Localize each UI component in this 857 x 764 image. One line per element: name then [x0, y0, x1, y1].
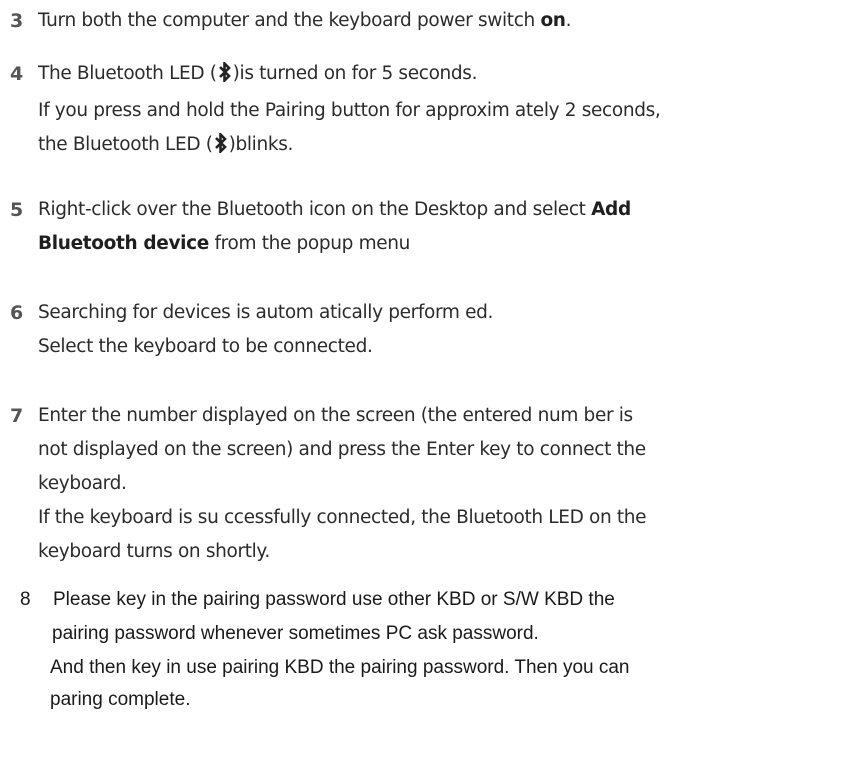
step-text: )is turned on for 5 seconds. [232, 63, 478, 84]
step-number: 8 [20, 589, 31, 610]
step-line: the Bluetooth LED ( )blinks. [38, 128, 848, 165]
step-line: Bluetooth device from the popup menu [38, 227, 848, 261]
step-line: keyboard turns on shortly. [38, 541, 270, 562]
instruction-page: 3 Turn both the computer and the keyboar… [0, 0, 857, 764]
step-body: Enter the number displayed on the screen… [38, 399, 848, 569]
step-text: )blinks. [228, 134, 294, 155]
step-body: Searching for devices is autom atically … [38, 296, 848, 364]
step-line: Please key in the pairing password use o… [53, 589, 615, 610]
bold-text: Bluetooth device [38, 233, 209, 254]
bluetooth-icon [214, 131, 228, 165]
bold-text: on [540, 10, 566, 31]
step-line: paring complete. [50, 689, 191, 710]
step-line: not displayed on the screen) and press t… [38, 439, 646, 460]
bluetooth-icon [218, 60, 232, 94]
step-text: Turn both the computer and the keyboard … [38, 10, 541, 31]
bold-text: Add [591, 199, 631, 220]
step-line: Searching for devices is autom atically … [38, 302, 494, 323]
step-text: the Bluetooth LED ( [38, 134, 213, 155]
step-line: Right-click over the Bluetooth icon on t… [38, 193, 848, 227]
step-body: Right-click over the Bluetooth icon on t… [38, 193, 848, 261]
step-line: If the keyboard is su ccessfully connect… [38, 507, 647, 528]
step-text: from the popup menu [208, 233, 411, 254]
step-line: And then key in use pairing KBD the pair… [50, 657, 630, 678]
step-text: The Bluetooth LED ( [38, 63, 217, 84]
step-number: 3 [10, 10, 24, 32]
step-line: Enter the number displayed on the screen… [38, 405, 633, 426]
step-line: keyboard. [38, 473, 127, 494]
step-line: pairing password whenever sometimes PC a… [52, 623, 539, 644]
step-number: 7 [10, 405, 24, 427]
step-number: 4 [10, 63, 24, 85]
step-text: Right-click over the Bluetooth icon on t… [38, 199, 592, 220]
step-text: . [565, 10, 572, 31]
step-body: Please key in the pairing password use o… [50, 583, 853, 715]
step-line: If you press and hold the Pairing button… [38, 100, 661, 121]
step-line: The Bluetooth LED ( )is turned on for 5 s… [38, 57, 848, 94]
step-line: Turn both the computer and the keyboard … [38, 4, 848, 38]
step-number: 6 [10, 302, 24, 324]
step-body: The Bluetooth LED ( )is turned on for 5 s… [38, 57, 848, 165]
step-body: Turn both the computer and the keyboard … [38, 4, 848, 38]
step-line: Select the keyboard to be connected. [38, 336, 373, 357]
step-number: 5 [10, 199, 24, 221]
